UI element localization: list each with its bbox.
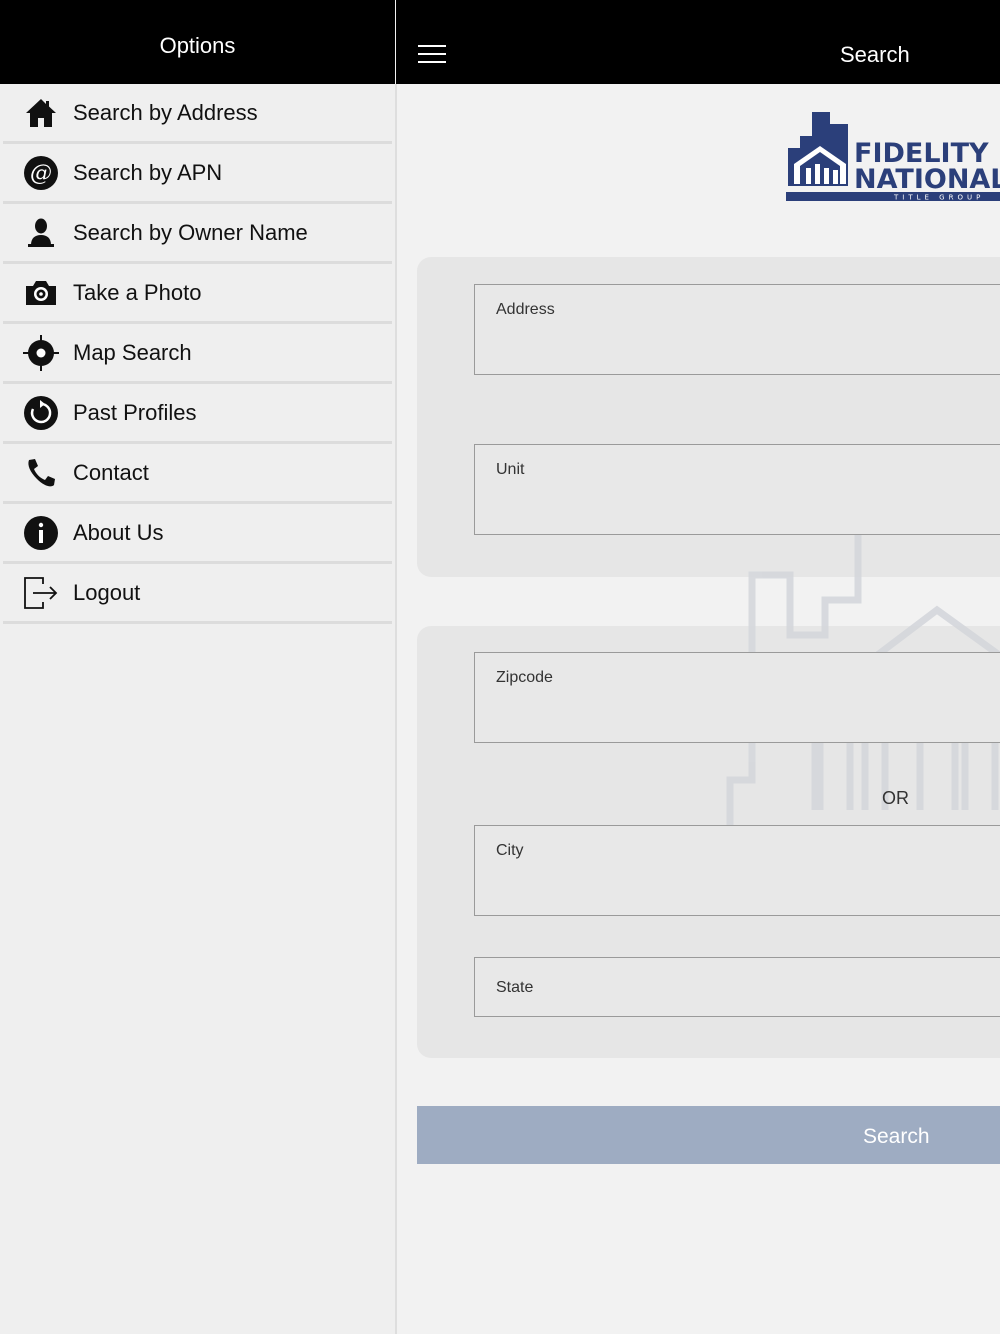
main-header: Search bbox=[396, 0, 1000, 84]
address-field[interactable]: Address bbox=[474, 284, 1000, 375]
sidebar-item-logout[interactable]: Logout bbox=[3, 564, 392, 624]
logo-line-2: NATIONAL bbox=[854, 164, 1000, 195]
sidebar-item-label: Past Profiles bbox=[73, 399, 197, 425]
sidebar-item-label: Take a Photo bbox=[73, 279, 202, 305]
sidebar-item-take-a-photo[interactable]: Take a Photo bbox=[3, 264, 392, 324]
sidebar-item-past-profiles[interactable]: Past Profiles bbox=[3, 384, 392, 444]
sidebar-item-label: Search by Address bbox=[73, 99, 258, 125]
or-separator: OR bbox=[882, 788, 909, 808]
hamburger-icon[interactable] bbox=[418, 45, 446, 63]
zipcode-placeholder: Zipcode bbox=[496, 669, 553, 686]
at-icon: @ bbox=[23, 155, 59, 191]
sidebar-item-label: Search by APN bbox=[73, 159, 223, 185]
page-title: Search bbox=[840, 42, 910, 67]
sidebar-item-about-us[interactable]: About Us bbox=[3, 504, 392, 564]
phone-icon bbox=[23, 455, 59, 491]
city-placeholder: City bbox=[496, 842, 524, 859]
search-button[interactable]: Search bbox=[417, 1106, 1000, 1164]
logout-icon bbox=[23, 575, 59, 611]
info-icon bbox=[23, 515, 59, 551]
sidebar-item-label: About Us bbox=[73, 519, 164, 545]
sidebar: Options Search by Address @ Search by AP… bbox=[0, 0, 395, 1334]
sidebar-menu: Search by Address @ Search by APN Search… bbox=[0, 84, 395, 624]
state-field[interactable]: State bbox=[474, 957, 1000, 1017]
home-icon bbox=[23, 95, 59, 131]
camera-icon bbox=[23, 275, 59, 311]
logo-line-3: TITLE GROUP bbox=[893, 194, 984, 202]
city-field[interactable]: City bbox=[474, 825, 1000, 916]
sidebar-title: Options bbox=[159, 33, 236, 58]
sidebar-item-search-by-address[interactable]: Search by Address bbox=[3, 84, 392, 144]
sidebar-item-contact[interactable]: Contact bbox=[3, 444, 392, 504]
unit-field[interactable]: Unit bbox=[474, 444, 1000, 535]
pane-divider bbox=[395, 84, 397, 1334]
fidelity-national-logo: FIDELITY NATIONAL TITLE GROUP bbox=[786, 108, 1000, 204]
sidebar-item-label: Logout bbox=[73, 579, 141, 605]
svg-text:@: @ bbox=[30, 161, 52, 186]
sidebar-item-map-search[interactable]: Map Search bbox=[3, 324, 392, 384]
unit-placeholder: Unit bbox=[496, 461, 525, 478]
sidebar-item-label: Map Search bbox=[73, 339, 192, 365]
history-icon bbox=[23, 395, 59, 431]
sidebar-header: Options bbox=[0, 0, 395, 84]
search-button-label: Search bbox=[863, 1125, 930, 1148]
address-placeholder: Address bbox=[496, 301, 555, 318]
state-placeholder: State bbox=[496, 979, 534, 996]
sidebar-item-search-by-owner-name[interactable]: Search by Owner Name bbox=[3, 204, 392, 264]
zipcode-field[interactable]: Zipcode bbox=[474, 652, 1000, 743]
sidebar-item-label: Search by Owner Name bbox=[73, 219, 308, 245]
target-icon bbox=[23, 334, 59, 371]
sidebar-item-label: Contact bbox=[73, 459, 149, 485]
person-icon bbox=[23, 215, 59, 251]
sidebar-item-search-by-apn[interactable]: @ Search by APN bbox=[3, 144, 392, 204]
